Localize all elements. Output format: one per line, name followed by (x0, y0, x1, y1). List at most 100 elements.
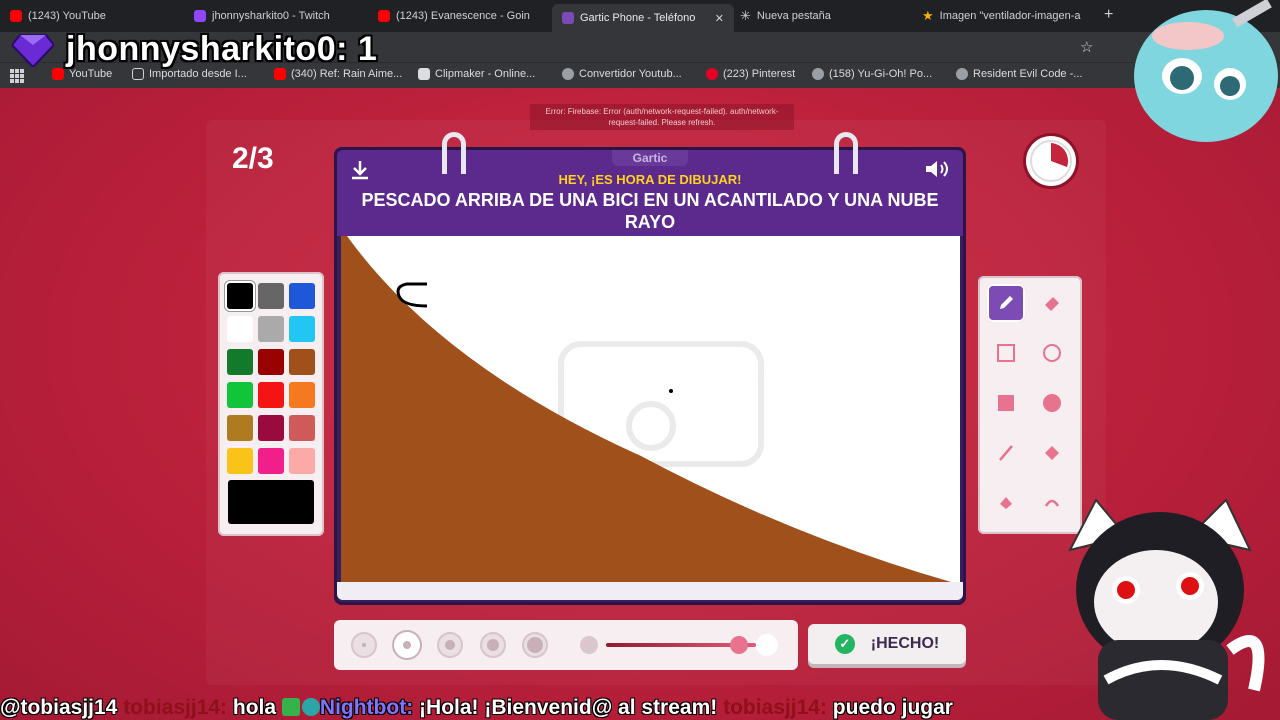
done-button[interactable]: ✓ ¡HECHO! (808, 624, 966, 664)
tab-youtube[interactable]: (1243) YouTube (10, 4, 180, 28)
rectangle-tool[interactable] (987, 334, 1025, 372)
drawing-prompt: PESCADO ARRIBA DE UNA BICI EN UN ACANTIL… (361, 190, 939, 232)
color-swatch[interactable] (227, 316, 253, 342)
color-swatch[interactable] (258, 316, 284, 342)
color-swatch[interactable] (289, 316, 315, 342)
color-swatch[interactable] (289, 283, 315, 309)
opacity-slider-knob[interactable] (730, 636, 748, 654)
opacity-max-icon (756, 634, 778, 656)
ellipse-icon (1043, 344, 1061, 362)
stream-counter: jhonnysharkito0: 1 (12, 30, 377, 69)
color-swatch[interactable] (258, 448, 284, 474)
close-icon[interactable]: ✕ (715, 12, 724, 25)
bookmark-rain[interactable]: (340) Ref: Rain Aime... (274, 68, 402, 80)
undo-icon (1000, 497, 1012, 509)
opacity-min-icon (580, 636, 598, 654)
undo-tool[interactable] (987, 484, 1025, 522)
bookmark-yugioh[interactable]: (158) Yu-Gi-Oh! Po... (812, 68, 932, 80)
pinterest-icon (706, 68, 718, 80)
color-swatch[interactable] (289, 448, 315, 474)
brush-size-4[interactable] (480, 632, 506, 658)
chat-segment: ¡Hola! ¡Bienvenid@ al stream! (413, 696, 724, 719)
youtube-icon (274, 68, 286, 80)
color-swatch[interactable] (227, 283, 253, 309)
pen-icon (1000, 296, 1013, 309)
filled-rectangle-tool[interactable] (987, 384, 1025, 422)
clipmaker-icon (418, 68, 430, 80)
tab-evanescence[interactable]: (1243) Evanescence - Goin (378, 4, 544, 28)
color-swatch[interactable] (289, 349, 315, 375)
ellipse-tool[interactable] (1033, 334, 1071, 372)
current-color-preview (228, 480, 314, 524)
apps-grid-icon[interactable] (10, 69, 24, 83)
check-icon: ✓ (834, 634, 855, 654)
gartic-logo: Gartic (612, 150, 688, 166)
diamond-icon (12, 33, 54, 67)
color-swatch[interactable] (258, 283, 284, 309)
error-message: Error: Firebase: Error (auth/network-req… (530, 104, 794, 130)
twitch-icon (194, 10, 206, 22)
color-swatch[interactable] (227, 448, 253, 474)
tab-new[interactable]: ✳ Nueva pestaña (740, 4, 910, 28)
brush-cursor (669, 389, 673, 393)
fill-icon (1045, 446, 1059, 460)
sparkle-icon: ✳ (740, 8, 751, 23)
browser-tab-bar: (1243) YouTube jhonnysharkito0 - Twitch … (0, 0, 1280, 32)
catgirl-sticker-image (1068, 498, 1265, 720)
bookmark-youtube[interactable]: YouTube (52, 68, 112, 80)
bookmark-pinterest[interactable]: (223) Pinterest (706, 68, 795, 80)
filled-ellipse-tool[interactable] (1033, 384, 1071, 422)
round-counter: 2/3 (232, 142, 274, 175)
tab-image[interactable]: ★ Imagen "ventilador-imagen-a (922, 4, 1092, 28)
eraser-icon (1045, 297, 1059, 311)
chat-username: tobiasjj14: (123, 696, 228, 719)
timer-icon (1026, 136, 1076, 186)
bookmark-clipmaker[interactable]: Clipmaker - Online... (418, 68, 535, 80)
chat-username: tobiasjj14: (723, 696, 827, 719)
pen-tool[interactable] (987, 284, 1025, 322)
brush-size-2[interactable] (394, 632, 420, 658)
line-tool[interactable] (987, 434, 1025, 472)
bookmark-star-icon[interactable]: ☆ (1080, 38, 1093, 56)
gartic-icon (562, 12, 574, 24)
bookmark-convertidor[interactable]: Convertidor Youtub... (562, 68, 682, 80)
filled-rectangle-icon (998, 395, 1014, 411)
canvas-bottom-edge (337, 582, 963, 600)
color-swatch[interactable] (289, 415, 315, 441)
globe-icon (562, 68, 574, 80)
color-swatch[interactable] (258, 382, 284, 408)
chat-segment: puedo jugar (826, 696, 953, 719)
chat-segment: @tobiasjj14 (0, 696, 124, 719)
binder-ring (834, 132, 858, 174)
filled-ellipse-icon (1043, 394, 1061, 412)
draw-hint: HEY, ¡ES HORA DE DIBUJAR! (558, 172, 742, 187)
globe-icon (956, 68, 968, 80)
robot-emote-icon (301, 698, 320, 716)
chat-username-bot: Nightbot: (319, 696, 414, 719)
binder-ring (442, 132, 466, 174)
brush-size-3[interactable] (437, 632, 463, 658)
bookmark-resident-evil[interactable]: Resident Evil Code -... (956, 68, 1082, 80)
brush-size-5[interactable] (522, 632, 548, 658)
folder-icon (132, 68, 144, 80)
color-swatch[interactable] (258, 349, 284, 375)
youtube-icon (378, 10, 390, 22)
chat-segment: hola (227, 696, 282, 719)
brush-size-1[interactable] (351, 632, 377, 658)
eraser-tool[interactable] (1033, 284, 1071, 322)
color-swatch[interactable] (227, 382, 253, 408)
checkmark-emote-icon (281, 698, 300, 716)
color-swatch[interactable] (227, 415, 253, 441)
chat-ticker: @tobiasjj14 tobiasjj14: hola Nightbot: ¡… (0, 696, 1280, 720)
color-swatch[interactable] (258, 415, 284, 441)
tab-twitch[interactable]: jhonnysharkito0 - Twitch (194, 4, 364, 28)
fill-tool[interactable] (1033, 434, 1071, 472)
anime-sticker-image (1134, 0, 1278, 142)
color-swatch[interactable] (227, 349, 253, 375)
drawing-canvas[interactable] (341, 236, 960, 582)
line-icon (999, 445, 1013, 461)
bookmark-imported[interactable]: Importado desde I... (132, 68, 247, 80)
rectangle-icon (997, 344, 1015, 362)
tab-gartic-phone[interactable]: Gartic Phone - Teléfono ✕ (552, 4, 734, 32)
color-swatch[interactable] (289, 382, 315, 408)
